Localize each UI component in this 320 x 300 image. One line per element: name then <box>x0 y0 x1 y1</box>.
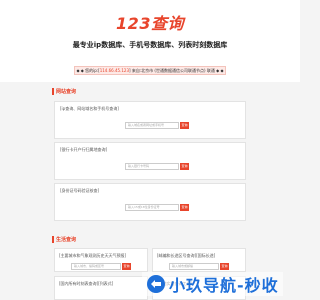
ip-query-input[interactable]: 输入域名或者网址或手机号 <box>125 122 179 129</box>
section-title: 网站查询 <box>56 89 77 95</box>
section-marker <box>52 88 54 95</box>
site-logo[interactable]: 123查询 <box>0 10 300 34</box>
bank-query-input[interactable]: 输入银行卡号码 <box>125 163 179 170</box>
watermark: 小玖导航-秒收 <box>142 272 283 296</box>
postal-query-title[interactable]: [邮编和长途区号查询][国际长途] <box>157 253 215 259</box>
weather-query-card: [主要城市和气象观测历史天天气预报] 输入城市、编码或区号 查询 <box>54 248 148 272</box>
bank-query-title[interactable]: [银行卡开户行归属地查询] <box>60 147 107 153</box>
ip-query-button[interactable]: 查询 <box>180 122 189 129</box>
watermark-text: 小玖导航-秒收 <box>169 276 279 295</box>
weather-query-input[interactable]: 输入城市、编码或区号 <box>71 263 121 270</box>
postal-query-card: [邮编和长途区号查询][国际长途] 输入城市或邮编 查询 <box>152 248 246 272</box>
idcard-query-input[interactable]: 输入15或18位身份证号 <box>125 204 179 211</box>
site-slogan: 最专业ip数据库、手机号数据库、列表时刻数据库 <box>72 41 228 49</box>
section-title: 生活查询 <box>56 237 77 243</box>
idcard-query-card: [身份证号码验证核查] 输入15或18位身份证号 查询 <box>54 183 246 221</box>
ip-value[interactable]: 114.66.45.123 <box>100 68 129 73</box>
idcard-query-title[interactable]: [身份证号码验证核查] <box>60 188 99 194</box>
ip-query-card: [ip查询、网站域名和手机号查询] 输入域名或者网址或手机号 查询 <box>54 101 246 139</box>
site-header: 123查询 最专业ip数据库、手机号数据库、列表时刻数据库 ◆ ◆ 您的ip:[… <box>0 0 300 82</box>
national-timetable-title[interactable]: [国内所有时刻表查询][列表式] <box>59 281 113 287</box>
bank-query-card: [银行卡开户行归属地查询] 输入银行卡号码 查询 <box>54 142 246 180</box>
weather-query-title[interactable]: [主要城市和气象观测历史天天气预报] <box>59 253 126 259</box>
postal-query-button[interactable]: 查询 <box>220 263 229 270</box>
idcard-query-button[interactable]: 查询 <box>180 204 189 211</box>
bank-query-button[interactable]: 查询 <box>180 163 189 170</box>
ip-suffix: ] 来自:北京市 (世通数据通信公司联通节点) 联通 ◆ ◆ <box>128 68 224 73</box>
national-timetable-card: [国内所有时刻表查询][列表式] <box>54 276 148 300</box>
ip-query-title[interactable]: [ip查询、网站域名和手机号查询] <box>60 106 119 112</box>
section-website-query: 网站查询 <box>52 88 76 95</box>
postal-query-input[interactable]: 输入城市或邮编 <box>169 263 219 270</box>
ip-prefix: ◆ ◆ 您的ip:[ <box>76 68 100 73</box>
weather-query-button[interactable]: 查询 <box>122 263 131 270</box>
ip-info-bar: ◆ ◆ 您的ip:[114.66.45.123] 来自:北京市 (世通数据通信公… <box>74 66 226 75</box>
watermark-logo-icon <box>146 274 166 294</box>
section-life-query: 生活查询 <box>52 236 76 243</box>
section-marker <box>52 236 54 243</box>
